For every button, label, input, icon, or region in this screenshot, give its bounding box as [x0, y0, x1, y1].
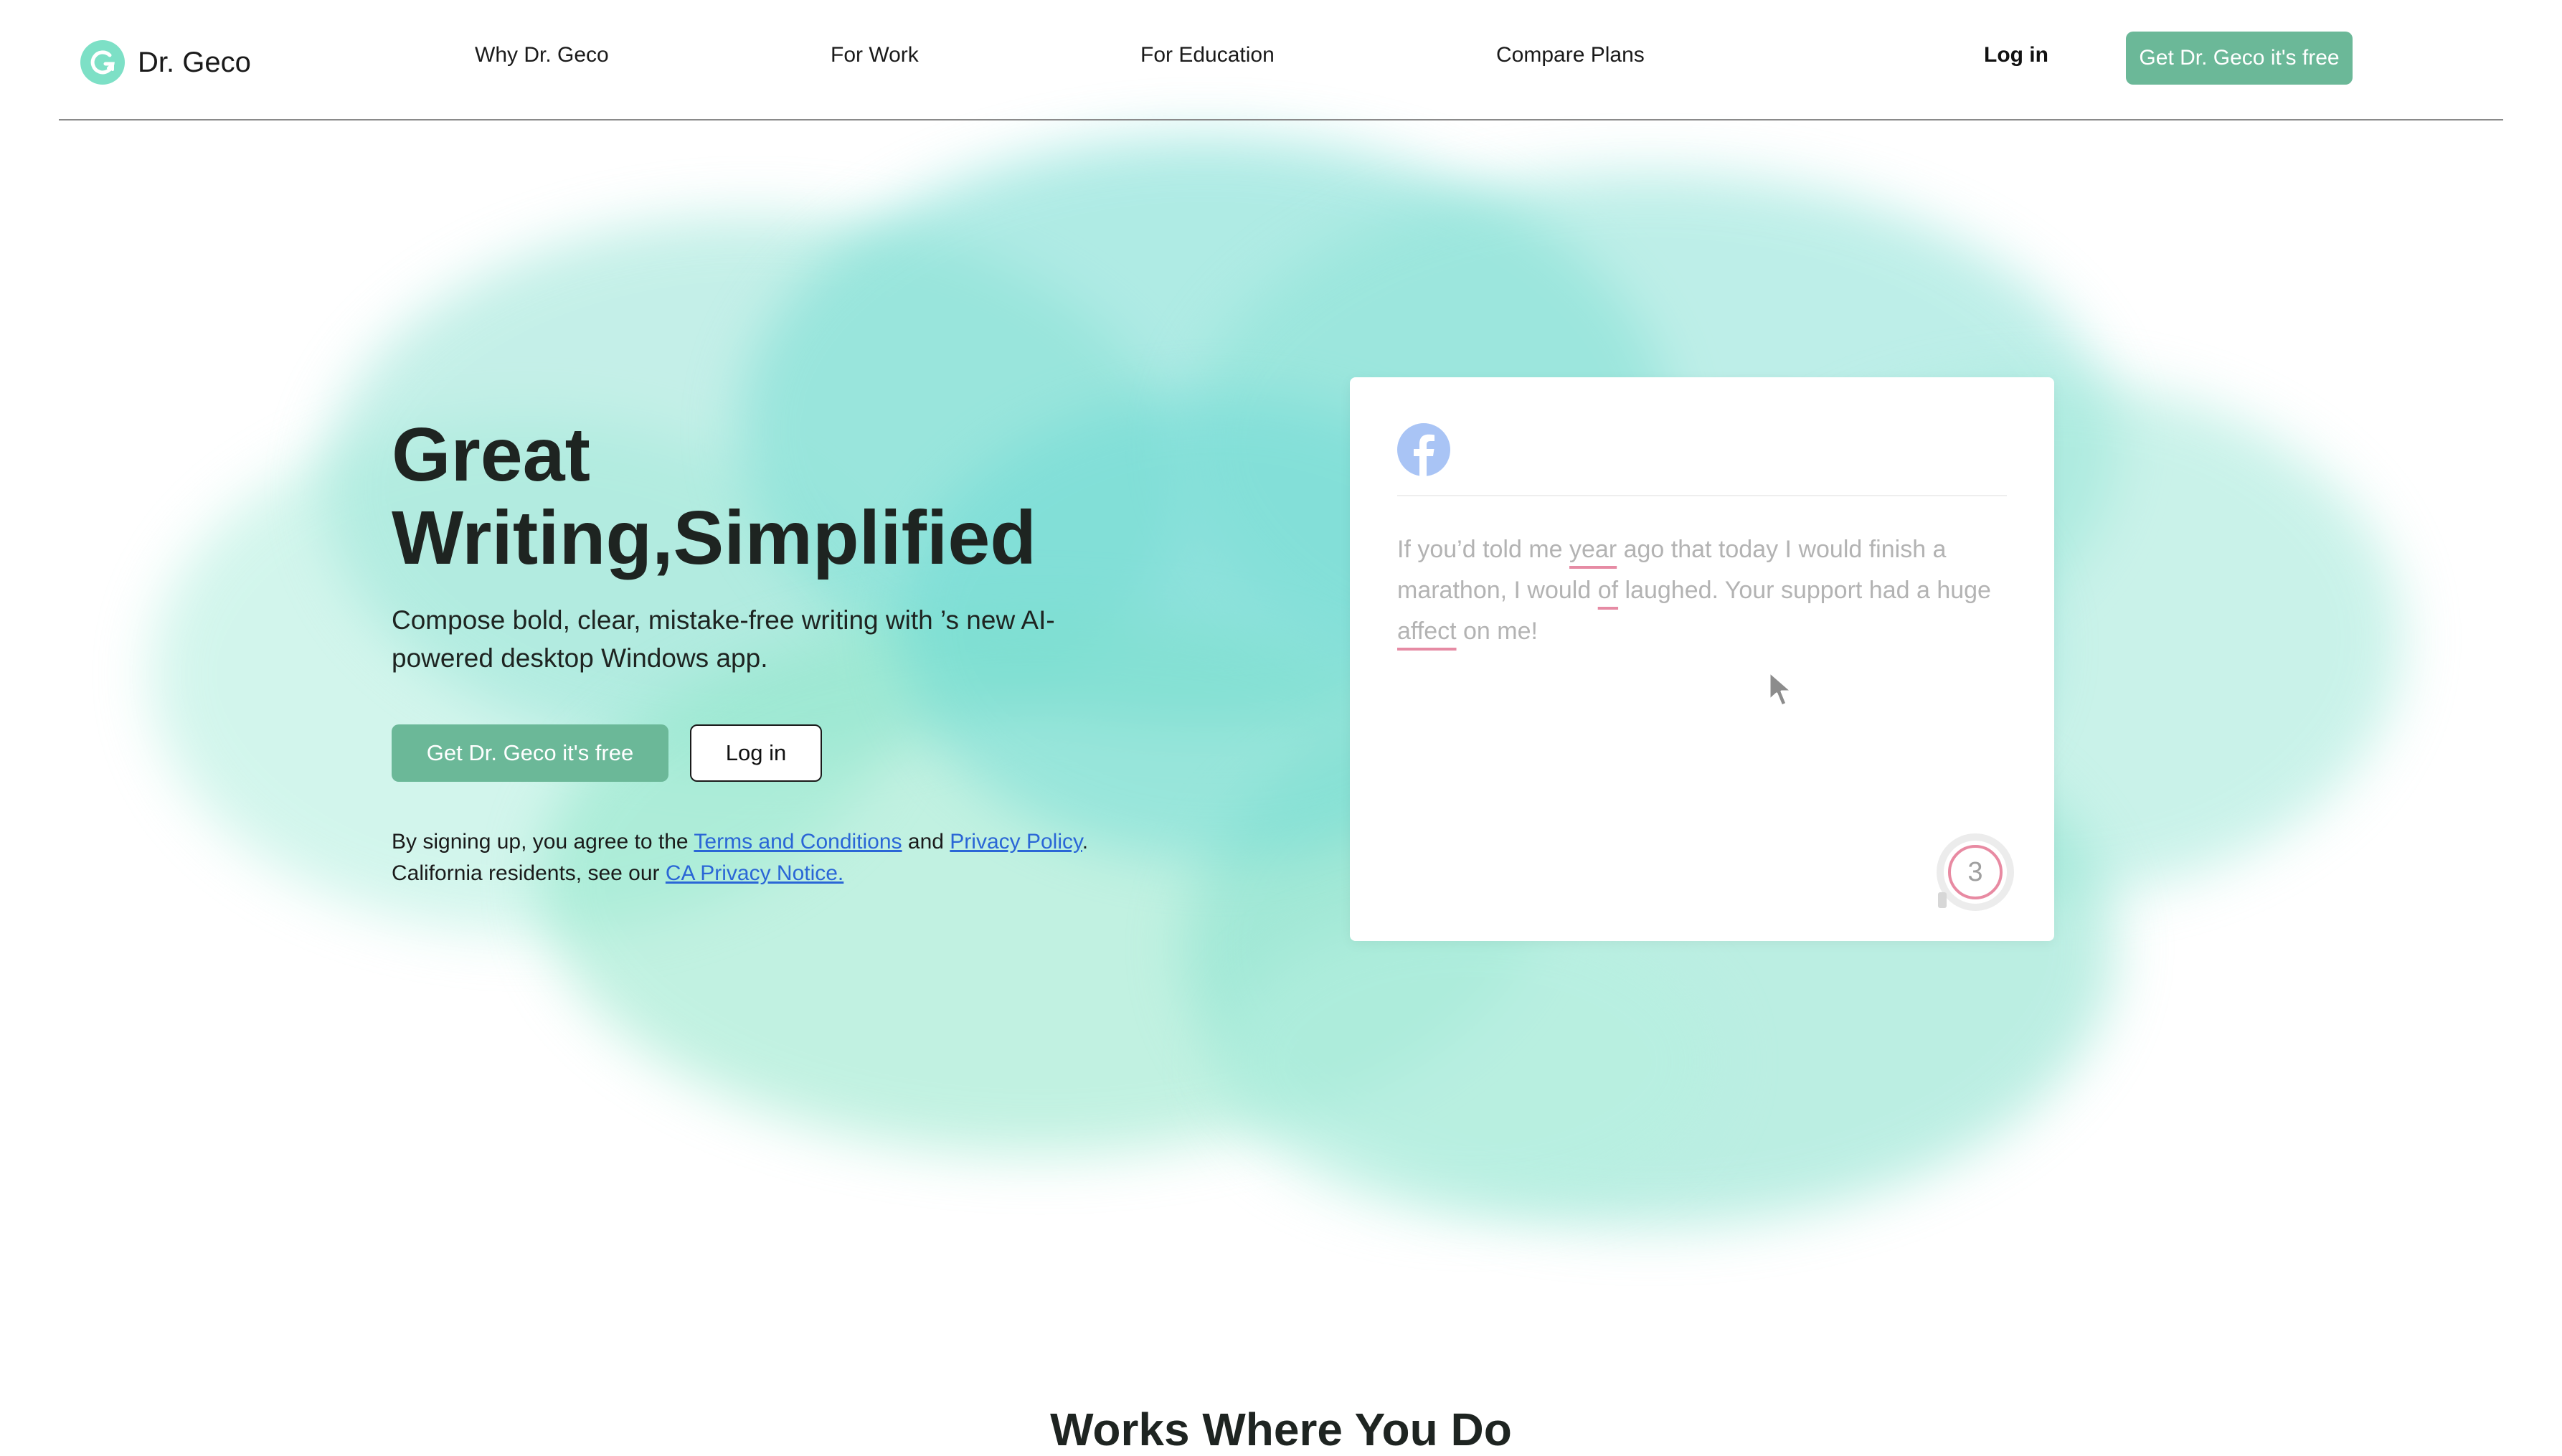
nav-for-education[interactable]: For Education	[1140, 43, 1275, 67]
mouse-cursor-icon	[1767, 670, 1796, 710]
header-login-link[interactable]: Log in	[1984, 43, 2048, 67]
brand-logo-icon	[80, 40, 125, 85]
site-header: Dr. Geco Why Dr. Geco For Work For Educa…	[0, 0, 2562, 120]
hero-subtitle: Compose bold, clear, mistake-free writin…	[392, 605, 1055, 673]
nav-compare-plans[interactable]: Compare Plans	[1496, 43, 1645, 67]
hero-title-line1: Great	[392, 412, 590, 497]
grammar-error-of[interactable]: of	[1598, 577, 1618, 604]
hero-title: Great Writing,Simplified	[392, 413, 1036, 580]
grammar-error-year[interactable]: year	[1569, 536, 1617, 563]
hero-get-free-button[interactable]: Get Dr. Geco it's free	[392, 724, 668, 782]
demo-text: If you’d told me year ago that today I w…	[1397, 529, 2000, 652]
facebook-icon	[1397, 423, 1450, 476]
nav-why-dr-geco[interactable]: Why Dr. Geco	[475, 43, 609, 67]
terms-link[interactable]: Terms and Conditions	[694, 830, 902, 854]
legal-notice: By signing up, you agree to the Terms an…	[392, 826, 1109, 889]
brand-name: Dr. Geco	[138, 46, 251, 78]
suggestions-count: 3	[1967, 856, 1983, 887]
privacy-policy-link[interactable]: Privacy Policy	[950, 830, 1082, 854]
demo-text-segment: laughed. Your support had a huge	[1618, 577, 1991, 604]
legal-and: and	[902, 830, 950, 854]
hero-login-button[interactable]: Log in	[690, 724, 822, 782]
watercolor-background	[108, 108, 2460, 1284]
suggestions-badge[interactable]: 3	[1934, 831, 2017, 914]
card-divider	[1397, 495, 2007, 496]
ca-privacy-link[interactable]: CA Privacy Notice.	[666, 861, 843, 885]
header-divider	[59, 119, 2503, 120]
grammar-error-affect[interactable]: affect	[1397, 618, 1457, 645]
header-get-free-button[interactable]: Get Dr. Geco it's free	[2126, 32, 2353, 85]
demo-text-segment: on me!	[1456, 618, 1538, 645]
brand-logo-link[interactable]: Dr. Geco	[80, 40, 251, 85]
section-title: Works Where You Do	[1050, 1404, 1512, 1455]
demo-text-segment: If you’d told me	[1397, 536, 1570, 563]
nav-for-work[interactable]: For Work	[831, 43, 919, 67]
legal-prefix: By signing up, you agree to the	[392, 830, 694, 854]
demo-editor-card: If you’d told me year ago that today I w…	[1350, 377, 2054, 941]
hero-title-line2: Writing,Simplified	[392, 496, 1037, 580]
